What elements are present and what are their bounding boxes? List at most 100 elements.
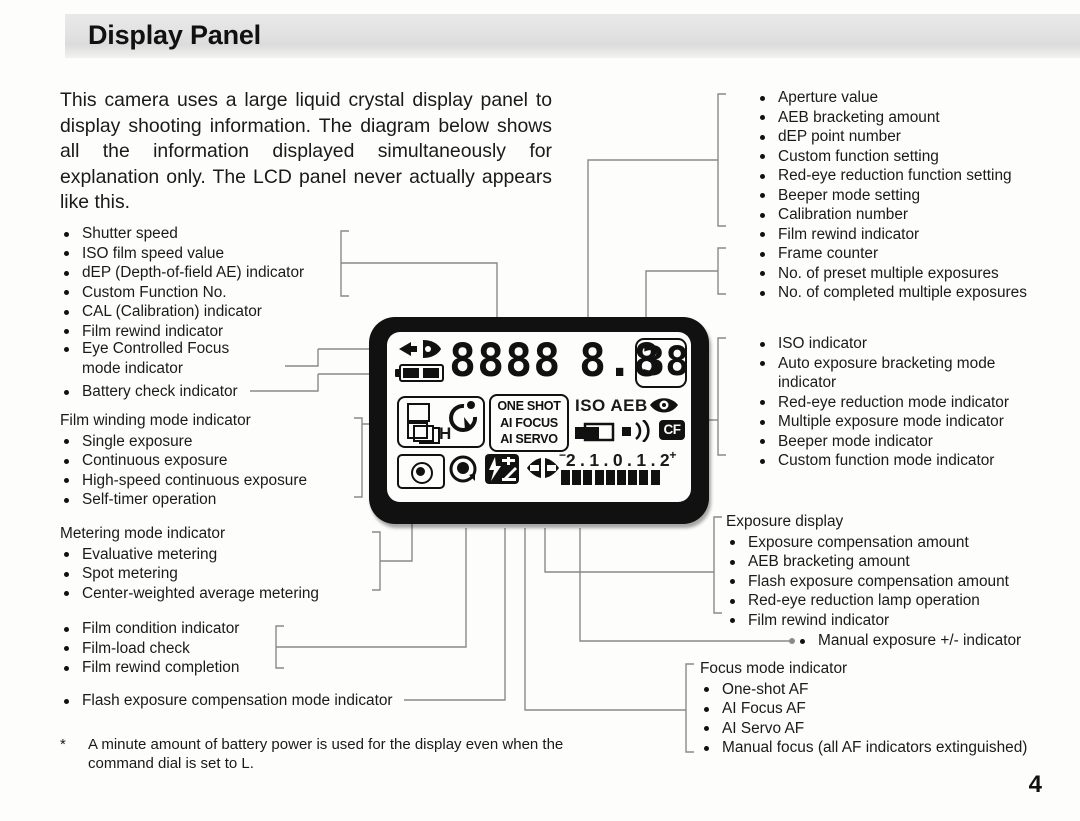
callout-focus-mode: Focus mode indicator One-shot AF AI Focu… [700,659,1027,758]
self-timer-icon [449,401,478,432]
list-item: Auto exposure bracketing mode [756,354,1009,374]
list-item: ISO indicator [756,334,1009,354]
callout-top-left: Shutter speed ISO film speed value dEP (… [60,224,304,341]
list-item: Red-eye reduction mode indicator [756,393,1009,413]
focus-mode-group: ONE SHOT AI FOCUS AI SERVO [489,394,569,452]
list-item: Film rewind completion [60,658,239,678]
group-heading: Exposure display [726,513,844,530]
spot-metering-icon [449,455,477,483]
callout-manual-exposure: Manual exposure +/- indicator [796,631,1021,651]
list-item: One-shot AF [700,680,1027,700]
group-heading: Focus mode indicator [700,660,848,677]
callout-flash-compensation: Flash exposure compensation mode indicat… [60,691,393,711]
af-mode-ai-focus: AI FOCUS [500,415,558,430]
list-item: Manual focus (all AF indicators extingui… [700,738,1027,758]
intro-paragraph: This camera uses a large liquid crystal … [60,89,552,214]
footnote-marker: * [60,736,66,753]
list-item: ISO film speed value [60,244,304,264]
custom-function-icon: CF [659,420,685,440]
list-item: Manual exposure +/- indicator [796,631,1021,651]
list-item: Continuous exposure [60,451,307,471]
scale-minus-sign: − [559,448,566,462]
list-item: AI Servo AF [700,719,1027,739]
list-item: High-speed continuous exposure [60,471,307,491]
footnote: * A minute amount of battery power is us… [60,735,580,773]
list-item: Center-weighted average metering [60,584,319,604]
list-item: AEB bracketing amount [726,552,1009,572]
list-item: Film condition indicator [60,619,239,639]
footnote-text: A minute amount of battery power is used… [88,736,564,772]
list-item: Battery check indicator [60,382,238,402]
beeper-icon [622,420,650,442]
iso-aeb-label: ISO AEB [575,396,648,415]
list-item: Spot metering [60,564,319,584]
list-item: Custom function setting [756,147,1012,167]
page-number: 4 [1028,771,1042,798]
scale-values: 2 . 1 . 0 . 1 . 2 [565,449,670,470]
lcd-main-digits: 8888 [449,334,562,387]
list-item-cont: mode indicator [82,359,183,377]
single-exposure-icon [407,403,430,422]
red-eye-reduction-icon [650,398,678,413]
group-heading: Film winding mode indicator [60,412,251,429]
callout-battery-check: Battery check indicator [60,382,238,402]
list-item: AEB bracketing amount [756,108,1012,128]
list-item: Single exposure [60,432,307,452]
lcd-frame-counter-digits: 38 [641,339,690,385]
lcd-screen: 8888 8.8 38 H ONE SHOT AI FOCUS AI SERVO… [387,332,691,502]
manual-page: Display Panel This camera uses a large l… [0,0,1080,821]
list-item: Beeper mode indicator [756,432,1009,452]
callout-film-winding: Film winding mode indicator Single expos… [60,411,307,510]
list-item: CAL (Calibration) indicator [60,302,304,322]
multiple-exposure-icon [575,422,615,442]
scale-plus-sign: + [669,448,677,462]
eye-control-arrow-icon [399,340,441,358]
callout-frame-counter: Frame counter No. of preset multiple exp… [756,244,1027,303]
af-mode-ai-servo: AI SERVO [500,432,558,447]
callout-iso-indicator: ISO indicator Auto exposure bracketing m… [756,334,1009,471]
callout-top-right: Aperture value AEB bracketing amount dEP… [756,88,1012,244]
list-item: Evaluative metering [60,545,319,565]
exposure-scale-bars [561,470,660,485]
callout-metering: Metering mode indicator Evaluative meter… [60,524,319,603]
list-item: Self-timer operation [60,490,307,510]
battery-icon [395,364,444,382]
list-item: Aperture value [756,88,1012,108]
list-item: Eye Controlled Focus [60,339,229,359]
list-item: Exposure compensation amount [726,533,1009,553]
list-item: Multiple exposure mode indicator [756,412,1009,432]
callout-exposure-display: Exposure display Exposure compensation a… [726,512,1009,630]
manual-exposure-arrows-icon [527,458,559,478]
list-item-cont: indicator [778,374,837,391]
evaluative-metering-icon [397,454,445,489]
list-item: Flash exposure compensation mode indicat… [60,691,393,711]
list-item: Frame counter [756,244,1027,264]
list-item: Custom function mode indicator [756,451,1009,471]
flash-exposure-compensation-icon [485,454,519,484]
list-item: Flash exposure compensation amount [726,572,1009,592]
list-item: Custom Function No. [60,283,304,303]
af-mode-one-shot: ONE SHOT [497,399,561,414]
list-item: Calibration number [756,205,1012,225]
continuous-exposure-icon-a [407,422,428,439]
list-item: dEP (Depth-of-field AE) indicator [60,263,304,283]
list-item: Red-eye reduction function setting [756,166,1012,186]
list-item: No. of completed multiple exposures [756,283,1027,303]
list-item: AI Focus AF [700,699,1027,719]
list-item: dEP point number [756,127,1012,147]
lcd-panel-diagram: 8888 8.8 38 H ONE SHOT AI FOCUS AI SERVO… [369,317,709,524]
callout-film-condition: Film condition indicator Film-load check… [60,619,239,678]
list-item: Beeper mode setting [756,186,1012,206]
list-item: Film rewind indicator [726,611,1009,631]
page-title: Display Panel [88,20,261,50]
list-item: No. of preset multiple exposures [756,264,1027,284]
film-winding-mode-group: H [397,396,485,448]
lcd-frame-counter-box: 38 [635,338,690,388]
list-item: Red-eye reduction lamp operation [726,591,1009,611]
list-item: Shutter speed [60,224,304,244]
list-item: Film rewind indicator [756,225,1012,245]
group-heading: Metering mode indicator [60,525,226,542]
list-item: Film-load check [60,639,239,659]
exposure-scale-labels: −2 . 1 . 0 . 1 . 2+ [559,448,676,471]
callout-eye-control: Eye Controlled Focus mode indicator [60,339,229,378]
